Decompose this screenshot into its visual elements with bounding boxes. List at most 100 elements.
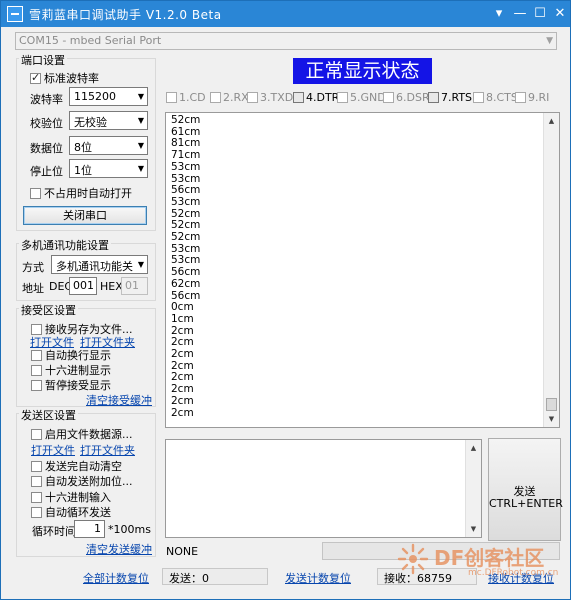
send-button[interactable]: 发送 CTRL+ENTER: [488, 438, 563, 541]
parity-label: 校验位: [30, 117, 63, 130]
receive-line: 52cm: [171, 114, 201, 126]
hex-display-checkbox[interactable]: 十六进制显示: [31, 362, 111, 378]
send-area[interactable]: ▲ ▼: [165, 439, 482, 538]
mode-label: 方式: [22, 261, 44, 274]
auto-loop-label: 自动循环发送: [45, 506, 111, 519]
checkbox-icon: [31, 380, 42, 391]
receive-line: 53cm: [171, 160, 201, 173]
auto-clear-label: 发送完自动清空: [45, 460, 122, 473]
status-mode: NONE: [166, 545, 199, 558]
scroll-up-icon[interactable]: ▲: [466, 440, 481, 456]
port-select[interactable]: COM15 - mbed Serial Port ▼: [15, 32, 557, 50]
multi-title: 多机通讯功能设置: [19, 237, 111, 253]
signal-ri: 9.RI: [515, 91, 549, 104]
menu-arrow-icon[interactable]: ▾: [490, 5, 508, 23]
indicator-icon: [247, 92, 258, 103]
chevron-down-icon: ▼: [137, 141, 144, 150]
auto-newline-label: 自动换行显示: [45, 349, 111, 362]
send-open-file-link[interactable]: 打开文件: [31, 442, 75, 458]
receive-line: 53cm: [171, 195, 201, 208]
std-baud-checkbox[interactable]: 标准波特率: [30, 70, 99, 86]
receive-line: 2cm: [171, 348, 194, 361]
mode-select[interactable]: 多机通讯功能关 ▼: [51, 255, 148, 274]
chevron-down-icon: ▼: [137, 92, 144, 101]
port-settings-title: 端口设置: [19, 52, 67, 68]
send-button-shortcut: CTRL+ENTER: [489, 497, 563, 510]
indicator-icon: [515, 92, 526, 103]
signal-rts: 7.RTS: [428, 91, 472, 104]
scroll-down-icon[interactable]: ▼: [466, 521, 481, 537]
df-logo-icon: [397, 543, 429, 575]
app-icon: [7, 6, 23, 22]
baud-select[interactable]: 115200 ▼: [69, 87, 148, 106]
indicator-icon: [383, 92, 394, 103]
chevron-down-icon: ▼: [137, 116, 144, 125]
signal-dtr: 4.DTR: [293, 91, 339, 104]
checkbox-checked-icon: [30, 71, 41, 84]
window-title: 雪莉蓝串口调试助手 V1.2.0 Beta: [29, 8, 222, 22]
signal-cd-label: 1.CD: [179, 91, 206, 104]
signal-txd: 3.TXD: [247, 91, 293, 104]
hex-input[interactable]: 01: [121, 277, 148, 295]
chevron-down-icon: ▼: [137, 164, 144, 173]
scroll-down-icon[interactable]: ▼: [544, 411, 559, 427]
databits-select[interactable]: 8位 ▼: [69, 136, 148, 155]
signal-cts-label: 8.CTS: [486, 91, 518, 104]
baud-label: 波特率: [30, 93, 63, 106]
send-open-folder-link[interactable]: 打开文件夹: [80, 442, 135, 458]
enable-file-checkbox[interactable]: 启用文件数据源...: [31, 426, 133, 442]
addr-label: 地址: [22, 282, 44, 295]
signal-lines: 1.CD 2.RXD 3.TXD 4.DTR 5.GND 6.DSR 7.RTS…: [166, 91, 561, 107]
auto-newline-checkbox[interactable]: 自动换行显示: [31, 347, 111, 363]
title-bar[interactable]: 雪莉蓝串口调试助手 V1.2.0 Beta ▾ — ☐ ✕: [1, 1, 570, 27]
dec-input[interactable]: 001: [69, 277, 97, 295]
parity-select[interactable]: 无校验 ▼: [69, 111, 148, 130]
chevron-down-icon: ▼: [137, 260, 144, 269]
parity-value: 无校验: [74, 116, 107, 129]
receive-area[interactable]: 52cm 61cm 81cm 71cm 53cm 53cm 56cm 53cm 52cm 52cm…: [165, 112, 560, 428]
loop-time-label: 循环时间: [32, 525, 76, 538]
hex-label: HEX: [100, 280, 123, 293]
checkbox-icon: [31, 507, 42, 518]
scroll-thumb[interactable]: [546, 398, 557, 411]
auto-clear-checkbox[interactable]: 发送完自动清空: [31, 458, 122, 474]
receive-line: 2cm: [171, 394, 194, 407]
receive-line: 1cm: [171, 312, 194, 325]
hex-input-checkbox[interactable]: 十六进制输入: [31, 489, 111, 505]
auto-open-label: 不占用时自动打开: [44, 187, 132, 200]
maximize-icon[interactable]: ☐: [531, 5, 549, 23]
clear-recv-link[interactable]: 清空接受缓冲: [86, 392, 152, 408]
minimize-icon[interactable]: —: [511, 5, 529, 23]
signal-ri-label: 9.RI: [528, 91, 550, 104]
recv-settings-title: 接受区设置: [19, 302, 78, 318]
auto-open-checkbox[interactable]: 不占用时自动打开: [30, 185, 132, 201]
close-icon[interactable]: ✕: [551, 5, 569, 23]
pause-display-checkbox[interactable]: 暂停接受显示: [31, 377, 111, 393]
mode-value: 多机通讯功能关: [56, 260, 133, 273]
checkbox-icon: [30, 188, 41, 199]
loop-time-input[interactable]: 1: [74, 520, 105, 538]
databits-label: 数据位: [30, 142, 63, 155]
auto-loop-checkbox[interactable]: 自动循环发送: [31, 504, 111, 520]
stopbits-select[interactable]: 1位 ▼: [69, 159, 148, 178]
checkbox-icon: [31, 429, 42, 440]
close-port-button[interactable]: 关闭串口: [23, 206, 147, 225]
auto-append-checkbox[interactable]: 自动发送附加位...: [31, 473, 133, 489]
scroll-up-icon[interactable]: ▲: [544, 113, 559, 129]
receive-line: 2cm: [171, 406, 194, 419]
signal-rts-label: 7.RTS: [441, 91, 473, 104]
send-settings-title: 发送区设置: [19, 407, 78, 423]
pause-display-label: 暂停接受显示: [45, 379, 111, 392]
receive-scrollbar[interactable]: ▲ ▼: [543, 113, 559, 427]
send-scrollbar[interactable]: ▲ ▼: [465, 440, 481, 537]
checkbox-icon: [31, 350, 42, 361]
reset-all-link[interactable]: 全部计数复位: [83, 570, 149, 586]
port-select-value: COM15 - mbed Serial Port: [19, 34, 162, 47]
clear-send-link[interactable]: 清空发送缓冲: [86, 541, 152, 557]
indicator-icon: [337, 92, 348, 103]
checkbox-icon: [31, 492, 42, 503]
reset-send-link[interactable]: 发送计数复位: [285, 570, 351, 586]
checkbox-icon: [31, 476, 42, 487]
signal-gnd-label: 5.GND: [350, 91, 386, 104]
signal-dsr: 6.DSR: [383, 91, 430, 104]
